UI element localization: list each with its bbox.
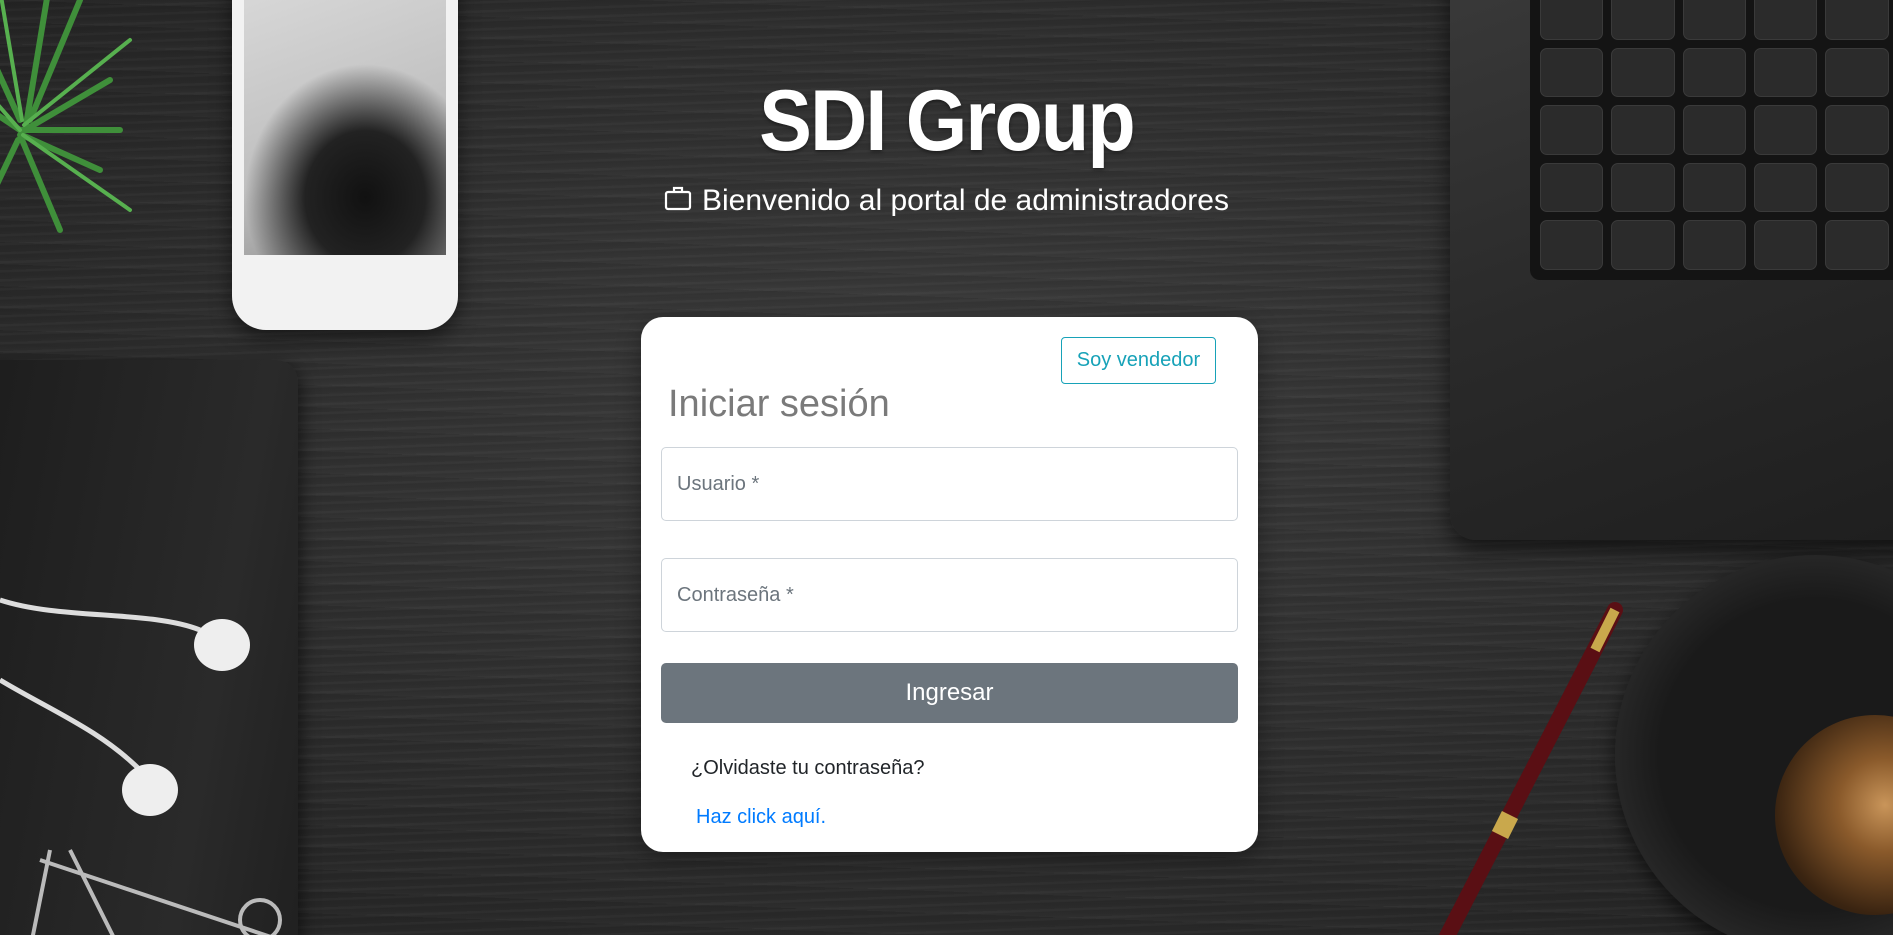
briefcase-icon: [664, 186, 692, 211]
binder-clip-decoration: [30, 849, 282, 935]
login-card: Soy vendedor Iniciar sesión Ingresar ¿Ol…: [641, 317, 1258, 852]
password-input[interactable]: [661, 558, 1238, 632]
vendor-login-button[interactable]: Soy vendedor: [1061, 337, 1216, 384]
submit-button[interactable]: Ingresar: [661, 663, 1238, 723]
coffee-cup-decoration: [1615, 555, 1893, 935]
brand-title: SDI Group: [759, 73, 1135, 169]
welcome-tagline: Bienvenido al portal de administradores: [0, 184, 1893, 218]
username-input[interactable]: [661, 447, 1238, 521]
login-title: Iniciar sesión: [668, 383, 890, 425]
forgot-password-link[interactable]: Haz click aquí.: [696, 806, 826, 829]
tagline-text: Bienvenido al portal de administradores: [702, 184, 1229, 217]
pen-decoration: [1438, 602, 1623, 935]
forgot-password-text: ¿Olvidaste tu contraseña?: [691, 757, 925, 779]
